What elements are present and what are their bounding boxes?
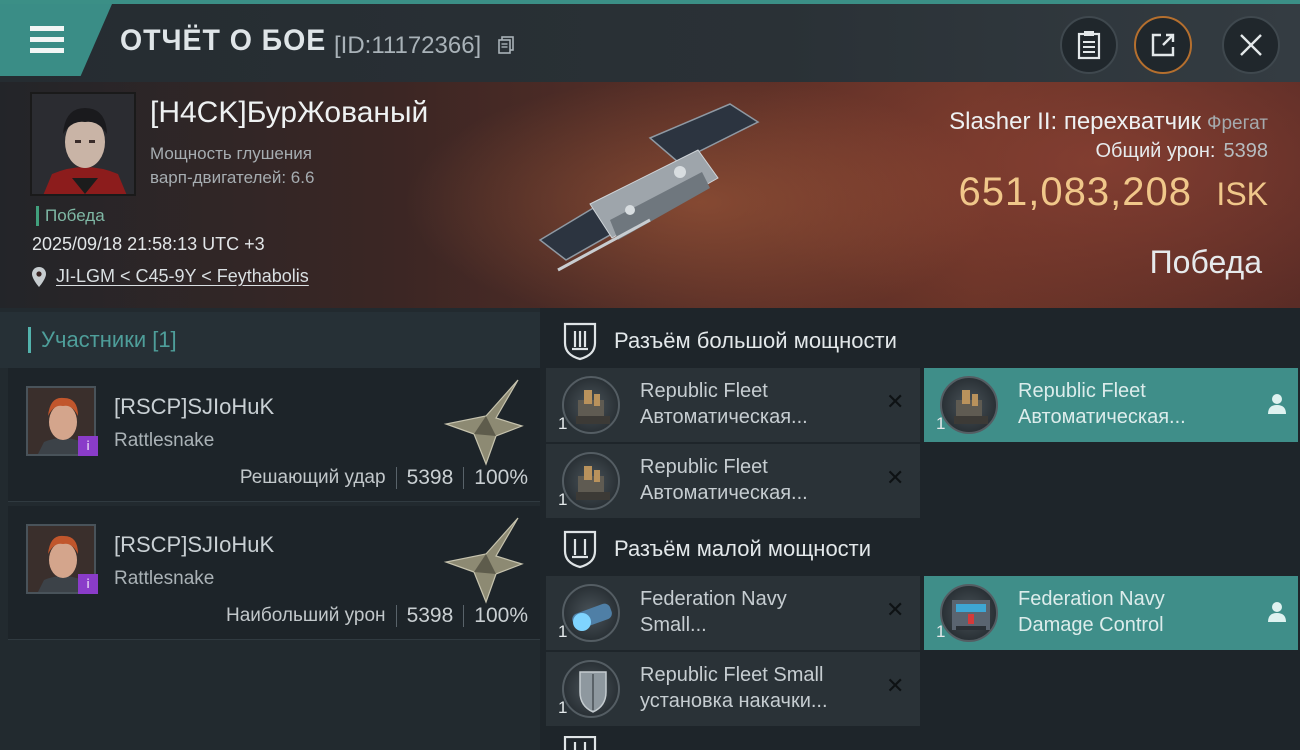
- participant-stats: Решающий удар 5398 100%: [240, 466, 528, 490]
- participant-role: Решающий удар: [239, 467, 386, 488]
- participant-percent: 100%: [474, 466, 528, 489]
- module-item[interactable]: 1 Federation Navy Damage Control: [924, 576, 1298, 650]
- module-quantity: 1: [558, 622, 568, 641]
- total-damage: Общий урон: 5398: [1096, 140, 1269, 163]
- copy-icon[interactable]: [498, 36, 514, 54]
- participant-role: Наибольший урон: [225, 605, 386, 626]
- low-slot-icon: [563, 530, 597, 569]
- participant-ship-image: [443, 379, 524, 466]
- dropped-user-icon: [1268, 602, 1286, 622]
- result-label: Победа: [1149, 244, 1262, 280]
- module-quantity: 1: [558, 414, 568, 433]
- damage-control-module-icon: [940, 584, 998, 642]
- isk-value: 651,083,208: [958, 170, 1192, 214]
- module-name: Federation Navy: [640, 588, 787, 610]
- participant-ship: Rattlesnake: [114, 430, 215, 451]
- participant-damage: 5398: [406, 604, 454, 627]
- participant-badge-icon: i: [78, 574, 98, 594]
- module-quantity: 1: [558, 490, 568, 509]
- dropped-user-icon: [1268, 394, 1286, 414]
- location-link[interactable]: JI-LGM < C45-9Y < Feythabolis: [52, 266, 309, 287]
- share-button[interactable]: [1134, 16, 1192, 74]
- participants-header: Участники [1]: [0, 312, 540, 368]
- autocannon-module-icon: [562, 452, 620, 510]
- module-name-detail: установка накачки...: [640, 690, 828, 712]
- participants-title: Участники [1]: [41, 327, 177, 352]
- participant-badge-icon: i: [78, 436, 98, 456]
- module-name: Republic Fleet Small: [640, 664, 824, 686]
- ship-type-label: Slasher II: перехватчик: [949, 108, 1202, 135]
- victim-stat-line-1: Мощность глушения: [150, 144, 312, 163]
- module-quantity: 1: [558, 698, 568, 717]
- capacitor-module-icon: [562, 584, 620, 642]
- next-slot-icon: [563, 736, 597, 750]
- total-damage-value: 5398: [1223, 140, 1269, 162]
- victim-ship-image: [538, 103, 760, 272]
- low-slot-label: Разъём малой мощности: [614, 536, 872, 561]
- armor-plate-module-icon: [562, 660, 620, 718]
- victim-stat-line-2: варп-двигателей: 6.6: [150, 168, 315, 187]
- module-quantity: 1: [936, 414, 946, 433]
- share-icon: [1151, 33, 1175, 57]
- module-item[interactable]: 1 Republic Fleet Автоматическая... ✕: [546, 368, 920, 442]
- module-item[interactable]: 1 Republic Fleet Автоматическая... ✕: [546, 444, 920, 518]
- participant-row[interactable]: i [RSCP]SJIoHuK Rattlesnake Наибольший у…: [8, 506, 540, 640]
- module-item[interactable]: 1 Republic Fleet Автоматическая...: [924, 368, 1298, 442]
- module-name-detail: Damage Control: [1018, 614, 1164, 636]
- participant-ship-image: [443, 517, 524, 604]
- participant-row[interactable]: i [RSCP]SJIoHuK Rattlesnake Решающий уда…: [8, 368, 540, 502]
- high-slot-label: Разъём большой мощности: [614, 328, 897, 353]
- module-name: Republic Fleet: [640, 456, 768, 478]
- close-button[interactable]: [1222, 16, 1280, 74]
- participant-percent: 100%: [474, 604, 528, 627]
- module-item[interactable]: 1 Republic Fleet Small установка накачки…: [546, 652, 920, 726]
- module-name: Republic Fleet: [1018, 380, 1146, 402]
- high-slot-header: Разъём большой мощности: [548, 310, 1300, 372]
- page-title: ОТЧЁТ О БОЕ: [120, 24, 327, 57]
- clipboard-button[interactable]: [1060, 16, 1118, 74]
- low-slot-header: Разъём малой мощности: [548, 518, 1300, 580]
- victim-portrait[interactable]: [30, 92, 136, 196]
- destroyed-icon: ✕: [886, 466, 905, 491]
- module-item[interactable]: 1 Federation Navy Small... ✕: [546, 576, 920, 650]
- victim-ship-name[interactable]: Slasher II: перехватчик Фрегат: [949, 108, 1268, 136]
- participant-stats: Наибольший урон 5398 100%: [226, 604, 528, 628]
- module-quantity: 1: [936, 622, 946, 641]
- module-name-detail: Автоматическая...: [640, 482, 808, 504]
- destroyed-icon: ✕: [886, 598, 905, 623]
- high-slot-icon: [563, 322, 597, 361]
- close-icon: [1240, 34, 1262, 56]
- status-badge: Победа: [36, 206, 105, 226]
- ship-class-label: Фрегат: [1207, 113, 1268, 134]
- autocannon-module-icon: [940, 376, 998, 434]
- module-name-detail: Автоматическая...: [1018, 406, 1186, 428]
- isk-unit: ISK: [1216, 176, 1268, 212]
- menu-icon: [24, 26, 64, 54]
- participant-ship: Rattlesnake: [114, 568, 215, 589]
- destroyed-icon: ✕: [886, 674, 905, 699]
- participant-name[interactable]: [RSCP]SJIoHuK: [114, 394, 274, 420]
- module-name: Republic Fleet: [640, 380, 768, 402]
- autocannon-module-icon: [562, 376, 620, 434]
- clipboard-icon: [1077, 31, 1101, 60]
- total-damage-label: Общий урон:: [1095, 140, 1216, 162]
- report-id: [ID:11172366]: [334, 32, 482, 59]
- module-name-detail: Автоматическая...: [640, 406, 808, 428]
- kill-location[interactable]: JI-LGM < C45-9Y < Feythabolis: [32, 266, 309, 287]
- participant-damage: 5398: [406, 466, 454, 489]
- destroyed-icon: ✕: [886, 390, 905, 415]
- location-pin-icon: [32, 266, 46, 287]
- victim-pilot-name[interactable]: [H4CK]БурЖованый: [150, 96, 428, 130]
- module-name: Federation Navy: [1018, 588, 1165, 610]
- kill-datetime: 2025/09/18 21:58:13 UTC +3: [32, 234, 265, 254]
- participant-name[interactable]: [RSCP]SJIoHuK: [114, 532, 274, 558]
- module-name-detail: Small...: [640, 614, 707, 636]
